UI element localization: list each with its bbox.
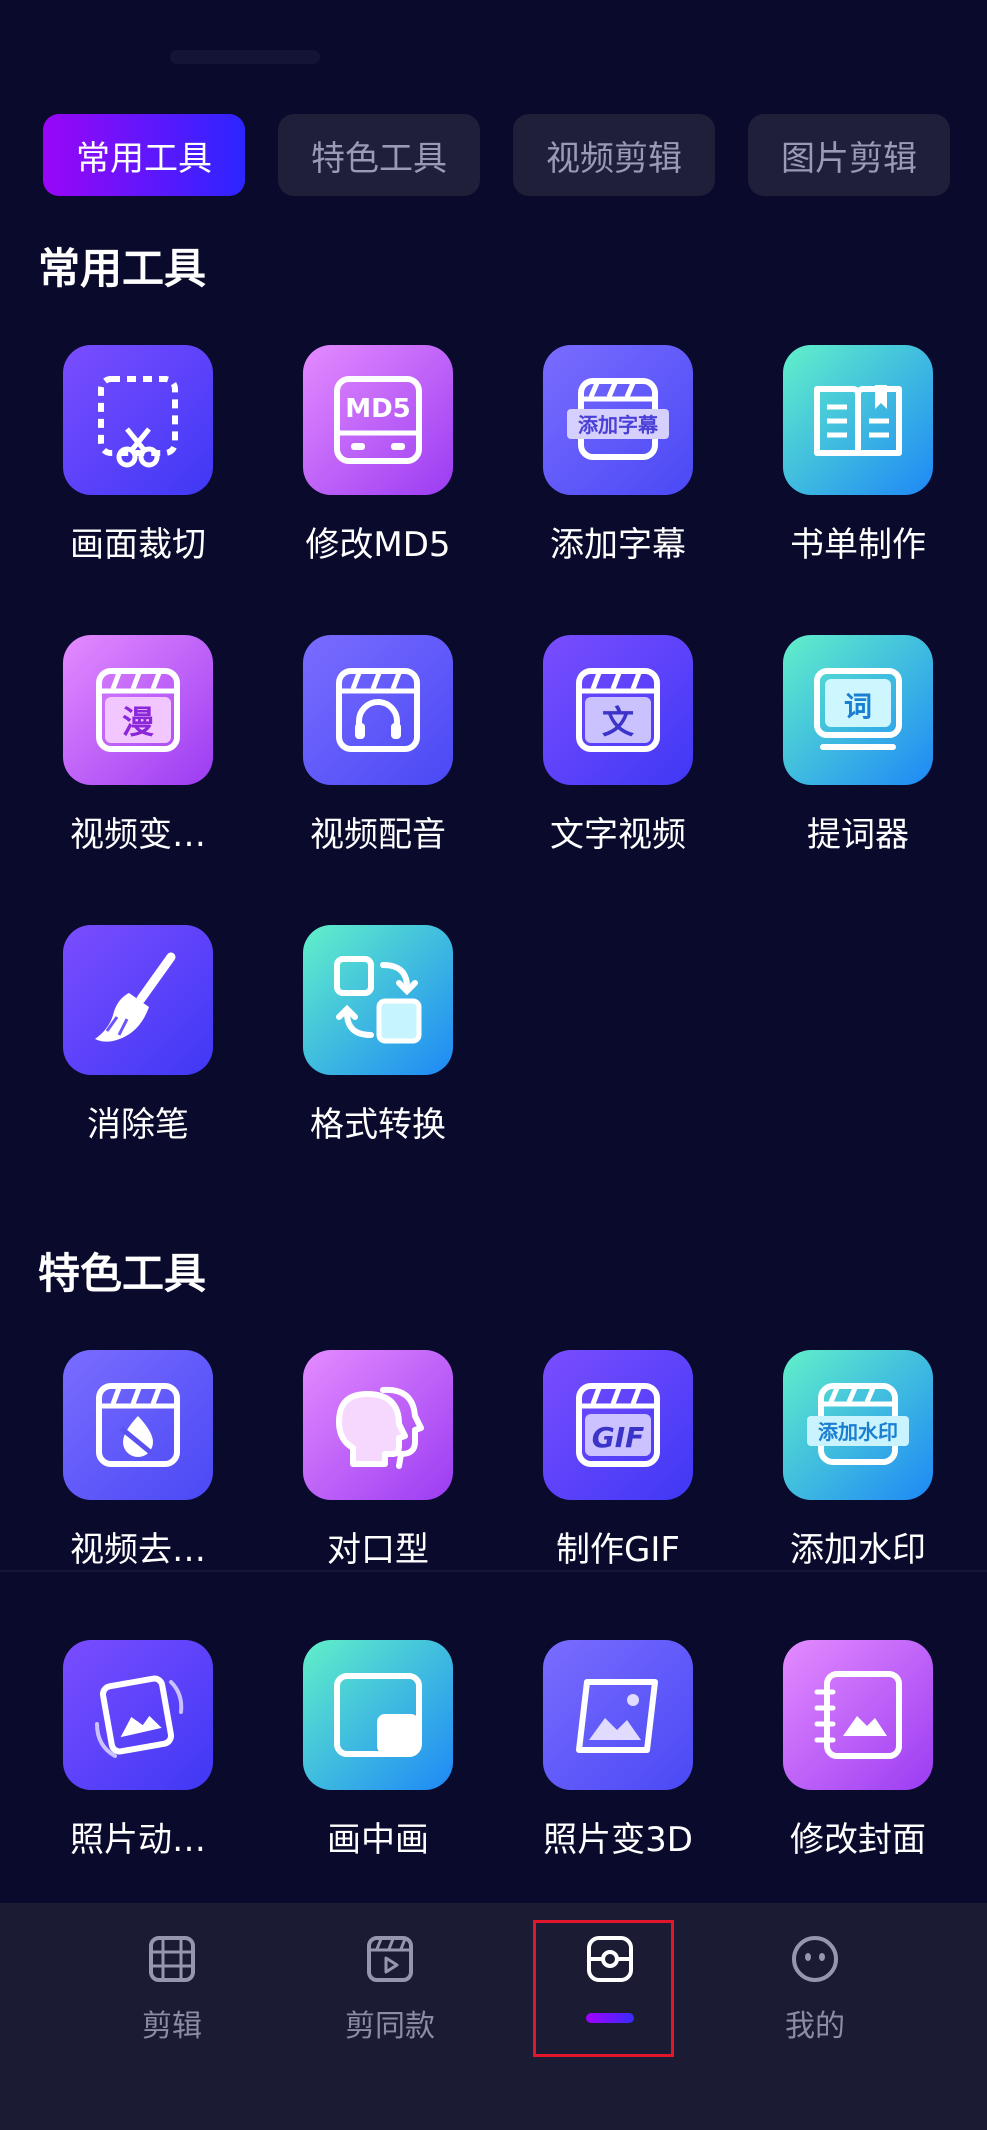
tool-label: 照片动…	[70, 1820, 206, 1860]
tool-label: 添加水印	[790, 1530, 926, 1570]
tool-remove-watermark[interactable]: 视频去…	[38, 1350, 238, 1570]
nav-label: 剪辑	[142, 2009, 202, 2044]
teleprompter-icon: 词	[783, 635, 933, 785]
tool-label: 格式转换	[310, 1105, 446, 1145]
text-clapper-icon: 文	[543, 635, 693, 785]
comic-icon-text: 漫	[122, 703, 154, 741]
tool-add-watermark[interactable]: 添加水印 添加水印	[758, 1350, 958, 1570]
tool-label: 修改MD5	[305, 525, 451, 565]
comic-clapper-icon: 漫	[63, 635, 213, 785]
smiley-face-icon	[792, 1936, 838, 1982]
photo-animate-icon	[63, 1640, 213, 1790]
tab-video-edit[interactable]: 视频剪辑	[513, 114, 715, 196]
format-convert-icon	[303, 925, 453, 1075]
tool-format-convert[interactable]: 格式转换	[278, 925, 478, 1145]
tool-text-video[interactable]: 文 文字视频	[518, 635, 718, 855]
tool-booklist[interactable]: 书单制作	[758, 345, 958, 565]
tab-image-edit[interactable]: 图片剪辑	[748, 114, 950, 196]
tool-teleprompter[interactable]: 词 提词器	[758, 635, 958, 855]
tool-label: 视频去…	[70, 1530, 206, 1570]
tool-label: 添加字幕	[550, 525, 686, 565]
teleprompter-icon-text: 词	[844, 690, 872, 723]
category-tabs: 常用工具 特色工具 视频剪辑 图片剪辑	[43, 114, 953, 196]
gif-clapper-icon: GIF	[543, 1350, 693, 1500]
gif-icon-text: GIF	[592, 1421, 645, 1454]
dubbing-clapper-icon	[303, 635, 453, 785]
subtitle-icon-text: 添加字幕	[578, 413, 659, 437]
tool-md5[interactable]: MD5 修改MD5	[278, 345, 478, 565]
lip-sync-faces-icon	[303, 1350, 453, 1500]
tool-label: 文字视频	[550, 815, 686, 855]
tool-subtitle[interactable]: 添加字幕 添加字幕	[518, 345, 718, 565]
tool-dubbing[interactable]: 视频配音	[278, 635, 478, 855]
book-icon	[783, 345, 933, 495]
status-bar	[0, 0, 987, 100]
cover-notebook-icon	[783, 1640, 933, 1790]
tool-video-comic[interactable]: 漫 视频变…	[38, 635, 238, 855]
section-title-common: 常用工具	[38, 244, 207, 293]
tool-label: 画面裁切	[70, 525, 206, 565]
eraser-brush-icon	[63, 925, 213, 1075]
md5-icon: MD5	[303, 345, 453, 495]
tab-common-tools[interactable]: 常用工具	[43, 114, 245, 196]
divider	[0, 1570, 987, 1572]
film-icon	[149, 1936, 195, 1982]
tool-pip[interactable]: 画中画	[278, 1640, 478, 1860]
remove-watermark-clapper-icon	[63, 1350, 213, 1500]
watermark-clapper-icon: 添加水印	[783, 1350, 933, 1500]
tool-label: 视频变…	[70, 815, 206, 855]
section-title-special: 特色工具	[38, 1249, 207, 1298]
tool-label: 书单制作	[790, 525, 926, 565]
tool-label: 修改封面	[790, 1820, 926, 1860]
tool-label: 提词器	[807, 815, 909, 855]
tool-label: 视频配音	[310, 815, 446, 855]
tool-photo-3d[interactable]: 照片变3D	[518, 1640, 718, 1860]
tool-make-gif[interactable]: GIF 制作GIF	[518, 1350, 718, 1570]
tool-label: 画中画	[327, 1820, 429, 1860]
photo-3d-icon	[543, 1640, 693, 1790]
picture-in-picture-icon	[303, 1640, 453, 1790]
md5-icon-text: MD5	[345, 394, 411, 424]
tool-label: 对口型	[327, 1530, 429, 1570]
status-blur	[170, 50, 320, 64]
text-icon-text: 文	[602, 703, 634, 741]
nav-item-template[interactable]: 剪同款	[300, 1933, 480, 2053]
tool-crop[interactable]: 画面裁切	[38, 345, 238, 565]
tool-label: 制作GIF	[556, 1530, 680, 1570]
tool-lip-sync[interactable]: 对口型	[278, 1350, 478, 1570]
nav-item-edit[interactable]: 剪辑	[82, 1933, 262, 2053]
tool-label: 消除笔	[87, 1105, 189, 1145]
tool-eraser[interactable]: 消除笔	[38, 925, 238, 1145]
tab-special-tools[interactable]: 特色工具	[278, 114, 480, 196]
nav-label: 我的	[785, 2009, 845, 2044]
tool-photo-animate[interactable]: 照片动…	[38, 1640, 238, 1860]
nav-label: 剪同款	[345, 2009, 435, 2044]
crop-scissors-icon	[63, 345, 213, 495]
tool-label: 照片变3D	[543, 1820, 693, 1860]
bottom-nav: 剪辑 剪同款 我的	[0, 1903, 987, 2130]
highlight-box	[533, 1920, 674, 2057]
subtitle-clapper-icon: 添加字幕	[543, 345, 693, 495]
nav-item-mine[interactable]: 我的	[725, 1933, 905, 2053]
tool-edit-cover[interactable]: 修改封面	[758, 1640, 958, 1860]
watermark-icon-text: 添加水印	[818, 1420, 898, 1444]
clapper-play-icon	[367, 1936, 413, 1982]
